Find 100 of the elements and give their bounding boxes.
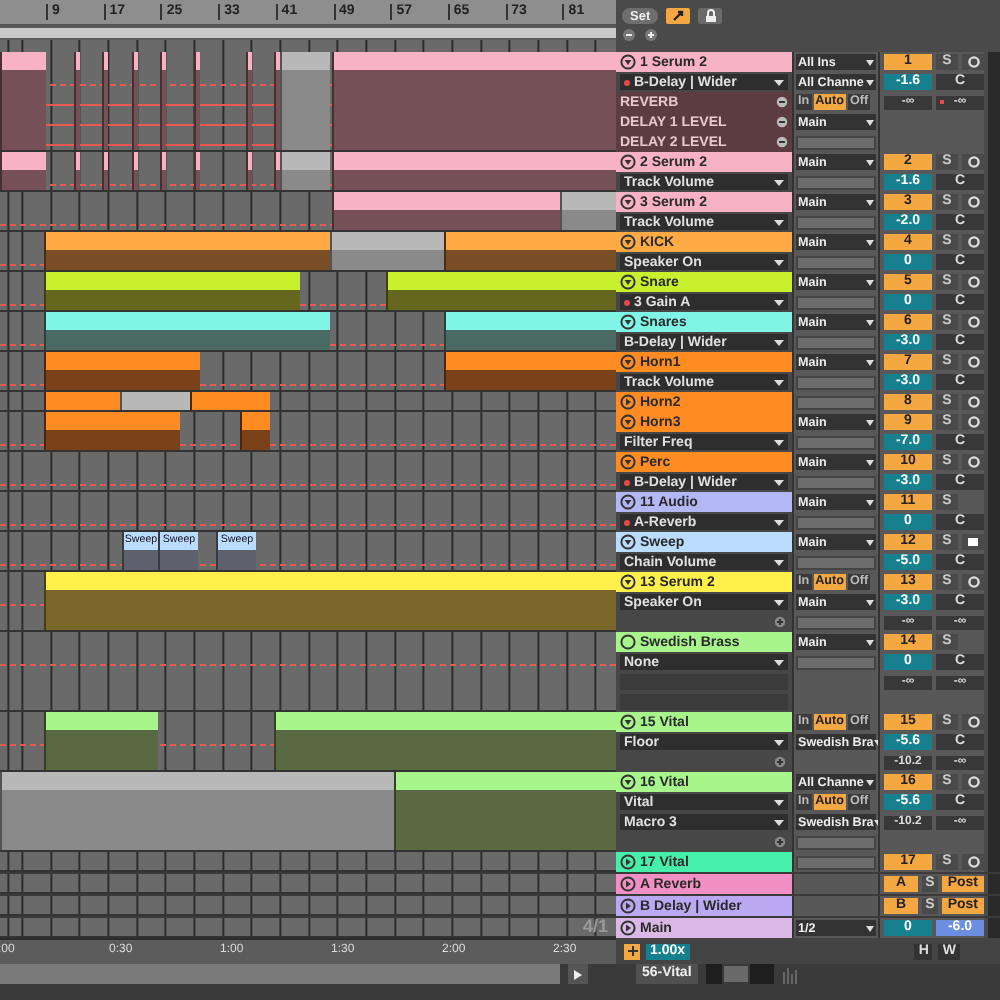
dropdown-arrow-icon bbox=[774, 519, 784, 525]
zoom-out-icon[interactable] bbox=[622, 28, 636, 42]
zoom-in-icon[interactable] bbox=[644, 28, 658, 42]
arm-button[interactable] bbox=[962, 354, 984, 370]
record-icon bbox=[967, 356, 979, 368]
arm-button[interactable] bbox=[962, 394, 984, 410]
follow-button[interactable] bbox=[666, 8, 691, 24]
clip[interactable] bbox=[74, 152, 80, 190]
plus-icon bbox=[627, 946, 637, 956]
collapse-icon[interactable] bbox=[620, 54, 636, 70]
remove-icon[interactable] bbox=[776, 116, 788, 128]
add-icon[interactable] bbox=[774, 616, 786, 628]
clip[interactable] bbox=[194, 152, 200, 190]
expand-icon[interactable] bbox=[620, 876, 636, 892]
clip[interactable] bbox=[246, 52, 252, 150]
clip[interactable] bbox=[0, 152, 46, 190]
clip[interactable] bbox=[102, 152, 108, 190]
collapse-icon[interactable] bbox=[620, 234, 636, 250]
remove-icon[interactable] bbox=[776, 96, 788, 108]
arm-button[interactable] bbox=[962, 414, 984, 430]
clip[interactable] bbox=[44, 272, 300, 310]
collapse-icon[interactable] bbox=[620, 534, 636, 550]
clip[interactable] bbox=[160, 152, 166, 190]
arm-button[interactable] bbox=[962, 454, 984, 470]
empty-field bbox=[796, 175, 876, 189]
collapse-icon[interactable] bbox=[620, 714, 636, 730]
arm-button[interactable] bbox=[962, 574, 984, 590]
clip[interactable] bbox=[132, 152, 138, 190]
arm-button[interactable] bbox=[962, 274, 984, 290]
clip[interactable] bbox=[240, 412, 270, 450]
expand-icon[interactable] bbox=[620, 854, 636, 870]
collapse-icon[interactable] bbox=[620, 194, 636, 210]
collapse-icon[interactable] bbox=[620, 354, 636, 370]
play-button[interactable] bbox=[568, 964, 588, 984]
expand-icon[interactable] bbox=[620, 394, 636, 410]
tempo-follow-button[interactable] bbox=[624, 943, 640, 959]
empty-field bbox=[796, 515, 876, 529]
collapse-icon[interactable] bbox=[620, 454, 636, 470]
clip[interactable] bbox=[332, 152, 616, 190]
clip[interactable] bbox=[44, 412, 180, 450]
arm-button[interactable] bbox=[962, 774, 984, 790]
clip[interactable] bbox=[274, 712, 616, 770]
clip[interactable] bbox=[44, 392, 120, 410]
collapse-icon[interactable] bbox=[620, 274, 636, 290]
circle-icon[interactable] bbox=[620, 634, 636, 650]
collapse-icon[interactable] bbox=[620, 414, 636, 430]
empty-field bbox=[796, 555, 876, 569]
record-icon bbox=[967, 236, 979, 248]
dropdown-arrow-icon bbox=[774, 739, 784, 745]
clip[interactable] bbox=[246, 152, 252, 190]
clip[interactable] bbox=[132, 52, 138, 150]
arm-button[interactable] bbox=[962, 194, 984, 210]
expand-icon[interactable] bbox=[620, 898, 636, 914]
dropdown-arrow-icon bbox=[866, 119, 874, 125]
record-icon bbox=[967, 156, 979, 168]
arm-button[interactable] bbox=[962, 714, 984, 730]
arrow-icon bbox=[670, 8, 687, 24]
empty-field bbox=[796, 835, 876, 849]
clip[interactable] bbox=[160, 52, 166, 150]
clip[interactable] bbox=[44, 232, 330, 270]
record-icon bbox=[967, 856, 979, 868]
arm-button[interactable] bbox=[962, 234, 984, 250]
clip[interactable] bbox=[386, 272, 616, 310]
clip[interactable] bbox=[444, 312, 616, 350]
collapse-icon[interactable] bbox=[620, 774, 636, 790]
clip[interactable] bbox=[444, 352, 616, 390]
collapse-icon[interactable] bbox=[620, 154, 636, 170]
collapse-icon[interactable] bbox=[620, 494, 636, 510]
arm-button[interactable] bbox=[962, 314, 984, 330]
clip[interactable] bbox=[190, 392, 270, 410]
arm-button[interactable] bbox=[962, 854, 984, 870]
clip[interactable] bbox=[444, 232, 616, 270]
record-icon bbox=[967, 276, 979, 288]
clip[interactable] bbox=[332, 52, 616, 150]
clip[interactable] bbox=[332, 192, 560, 230]
dropdown-arrow-icon bbox=[866, 599, 874, 605]
record-icon bbox=[967, 196, 979, 208]
add-icon[interactable] bbox=[774, 756, 786, 768]
clip[interactable] bbox=[74, 52, 80, 150]
collapse-icon[interactable] bbox=[620, 574, 636, 590]
arm-button[interactable] bbox=[962, 54, 984, 70]
expand-icon[interactable] bbox=[620, 920, 636, 936]
clip[interactable] bbox=[44, 312, 330, 350]
arm-button[interactable] bbox=[962, 154, 984, 170]
arm-button[interactable] bbox=[962, 534, 984, 550]
empty-field bbox=[796, 475, 876, 489]
lock-button[interactable] bbox=[698, 8, 723, 24]
play-icon bbox=[574, 969, 582, 979]
dropdown-arrow-icon bbox=[774, 79, 784, 85]
clip[interactable] bbox=[0, 52, 46, 150]
clip[interactable] bbox=[102, 52, 108, 150]
armed-icon bbox=[966, 536, 980, 548]
clip[interactable] bbox=[394, 772, 616, 850]
remove-icon[interactable] bbox=[776, 136, 788, 148]
clip[interactable] bbox=[44, 712, 158, 770]
collapse-icon[interactable] bbox=[620, 314, 636, 330]
clip[interactable] bbox=[194, 52, 200, 150]
record-icon bbox=[967, 776, 979, 788]
add-icon[interactable] bbox=[774, 836, 786, 848]
clip[interactable] bbox=[44, 352, 200, 390]
